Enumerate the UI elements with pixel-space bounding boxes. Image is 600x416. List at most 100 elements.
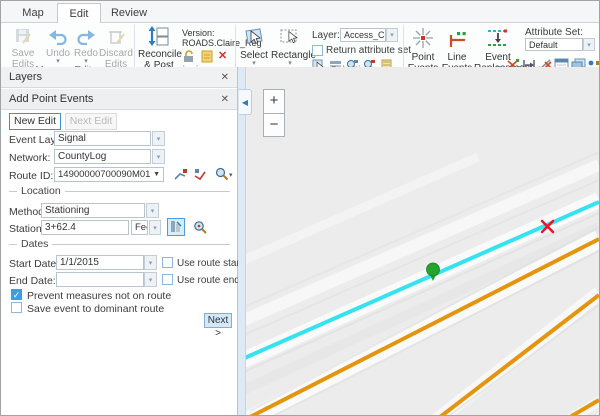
next-button[interactable]: Next > <box>204 313 232 328</box>
return-attribute-set-checkbox[interactable] <box>312 45 323 56</box>
end-date-label: End Date: <box>9 275 56 287</box>
route-id-label: Route ID: <box>9 170 53 182</box>
ribbon-tab-bar: Map Edit Review <box>1 1 599 23</box>
panel-collapse-rail[interactable] <box>238 67 246 416</box>
dominant-route-label: Save event to dominant route <box>27 303 164 315</box>
redo-icon <box>76 27 96 45</box>
layers-close-icon[interactable]: ✕ <box>221 67 229 88</box>
tab-review-label: Review <box>111 7 147 19</box>
use-route-start-date-checkbox[interactable] <box>162 257 173 268</box>
rectangle-select-button[interactable]: Rectangle ▾ <box>271 27 309 67</box>
station-label: Station: <box>9 223 45 235</box>
layer-select[interactable]: Access_Control <box>340 28 386 42</box>
tab-map-label: Map <box>22 7 43 19</box>
select-button[interactable]: Select ▾ <box>239 27 269 67</box>
capture-station-icon <box>168 219 184 235</box>
route-id-value: 14900000700090M01 <box>58 169 150 180</box>
station-input[interactable]: 3+62.4 <box>41 220 129 235</box>
map-canvas[interactable] <box>238 67 599 416</box>
dropdown-arrow-glyph: ▾ <box>149 276 153 284</box>
ape-panel-header[interactable]: Add Point Events ✕ <box>1 89 237 110</box>
zoom-to-route-dropdown-icon[interactable]: ▾ <box>229 171 233 179</box>
zoom-to-station-icon[interactable] <box>193 220 208 235</box>
route-id-dropdown-icon[interactable]: ▼ <box>153 171 160 178</box>
delete-version-icon[interactable]: ✕ <box>218 49 227 62</box>
attribute-set-label: Attribute Set: <box>525 27 583 38</box>
point-events-icon <box>412 27 434 49</box>
basemap-imagery <box>238 67 599 416</box>
method-select[interactable]: Stationing <box>41 203 145 218</box>
app-window: Map Edit Review Save Edits Undo ▾ <box>0 0 600 416</box>
zoom-out-label: − <box>270 116 279 133</box>
new-edit-button[interactable]: New Edit <box>9 113 61 130</box>
route-from-selection-icon[interactable] <box>193 167 208 182</box>
version-label: Version: <box>182 28 215 38</box>
zoom-out-button[interactable]: − <box>263 113 285 137</box>
start-date-value: 1/1/2015 <box>60 257 99 268</box>
prevent-measures-checkbox[interactable]: ✓ <box>11 289 22 300</box>
dock-panel: Layers ✕ Add Point Events ✕ New Edit Nex… <box>1 67 238 416</box>
layer-label: Layer: <box>312 30 340 41</box>
ape-close-icon[interactable]: ✕ <box>221 89 229 110</box>
dates-section-label: Dates <box>21 238 48 250</box>
start-date-input[interactable]: 1/1/2015 <box>56 255 144 270</box>
attribute-set-dropdown-icon[interactable]: ▾ <box>583 38 595 51</box>
select-tool-icon <box>243 27 265 47</box>
ape-panel-title: Add Point Events <box>9 89 93 110</box>
dropdown-arrow-glyph: ▾ <box>157 153 161 161</box>
use-route-end-date-checkbox[interactable] <box>162 274 173 285</box>
network-dropdown-icon[interactable]: ▾ <box>152 149 165 164</box>
end-date-dropdown-icon[interactable]: ▾ <box>144 272 157 287</box>
select-route-on-map-icon[interactable] <box>173 167 188 182</box>
attribute-set-select[interactable]: Default <box>525 38 583 51</box>
zoom-to-route-icon[interactable] <box>215 167 229 182</box>
map-view[interactable]: ◀ + − <box>238 67 599 416</box>
location-section-label: Location <box>21 185 61 197</box>
event-layer-value: Signal <box>58 133 86 144</box>
trash-icon <box>106 27 126 45</box>
zoom-in-button[interactable]: + <box>263 89 285 113</box>
undo-button[interactable]: Undo ▾ <box>45 27 71 65</box>
network-label: Network: <box>9 152 50 164</box>
network-value: CountyLog <box>58 151 106 162</box>
check-icon: ✓ <box>13 290 21 300</box>
network-select[interactable]: CountyLog <box>54 149 151 164</box>
layer-value: Access_Control <box>344 30 386 40</box>
station-unit-select[interactable]: Feet <box>131 220 148 235</box>
dates-section-separator: Dates <box>9 238 230 250</box>
tab-edit-label: Edit <box>70 8 89 20</box>
tab-edit[interactable]: Edit <box>57 3 101 23</box>
tab-map[interactable]: Map <box>11 3 55 23</box>
layers-panel-header[interactable]: Layers ✕ <box>1 67 237 88</box>
next-button-label: Next > <box>208 315 229 339</box>
start-date-label: Start Date: <box>9 258 59 270</box>
reconcile-icon <box>147 26 171 46</box>
tab-review[interactable]: Review <box>103 3 155 23</box>
capture-station-from-map-button[interactable] <box>167 218 185 236</box>
dropdown-arrow-glyph: ▾ <box>390 31 394 39</box>
layer-dropdown-icon[interactable]: ▾ <box>386 28 398 42</box>
new-version-icon[interactable] <box>200 49 214 63</box>
line-events-icon <box>446 27 468 49</box>
event-replacement-icon <box>486 27 510 49</box>
undo-icon <box>48 27 68 45</box>
prevent-measures-label: Prevent measures not on route <box>27 290 171 302</box>
station-unit-value: Feet <box>135 222 148 233</box>
dominant-route-checkbox[interactable] <box>11 302 22 313</box>
unlock-icon[interactable] <box>182 49 197 63</box>
start-date-dropdown-icon[interactable]: ▾ <box>144 255 157 270</box>
discard-edits-button[interactable]: Discard Edits <box>99 27 133 70</box>
redo-button[interactable]: Redo ▾ <box>73 27 99 65</box>
event-layer-dropdown-icon[interactable]: ▾ <box>152 131 165 146</box>
save-edits-button[interactable]: Save Edits <box>4 27 42 70</box>
method-dropdown-icon[interactable]: ▾ <box>146 203 159 218</box>
dropdown-arrow-glyph: ▾ <box>157 135 161 143</box>
route-id-combo[interactable]: 14900000700090M01 ▼ <box>54 167 164 182</box>
next-edit-button[interactable]: Next Edit <box>65 113 117 130</box>
event-layer-select[interactable]: Signal <box>54 131 151 146</box>
station-value: 3+62.4 <box>45 222 76 233</box>
collapse-panel-button[interactable]: ◀ <box>239 89 252 115</box>
end-date-input[interactable] <box>56 272 144 287</box>
station-unit-dropdown-icon[interactable]: ▾ <box>149 220 161 235</box>
dropdown-arrow-glyph: ▾ <box>151 207 155 215</box>
